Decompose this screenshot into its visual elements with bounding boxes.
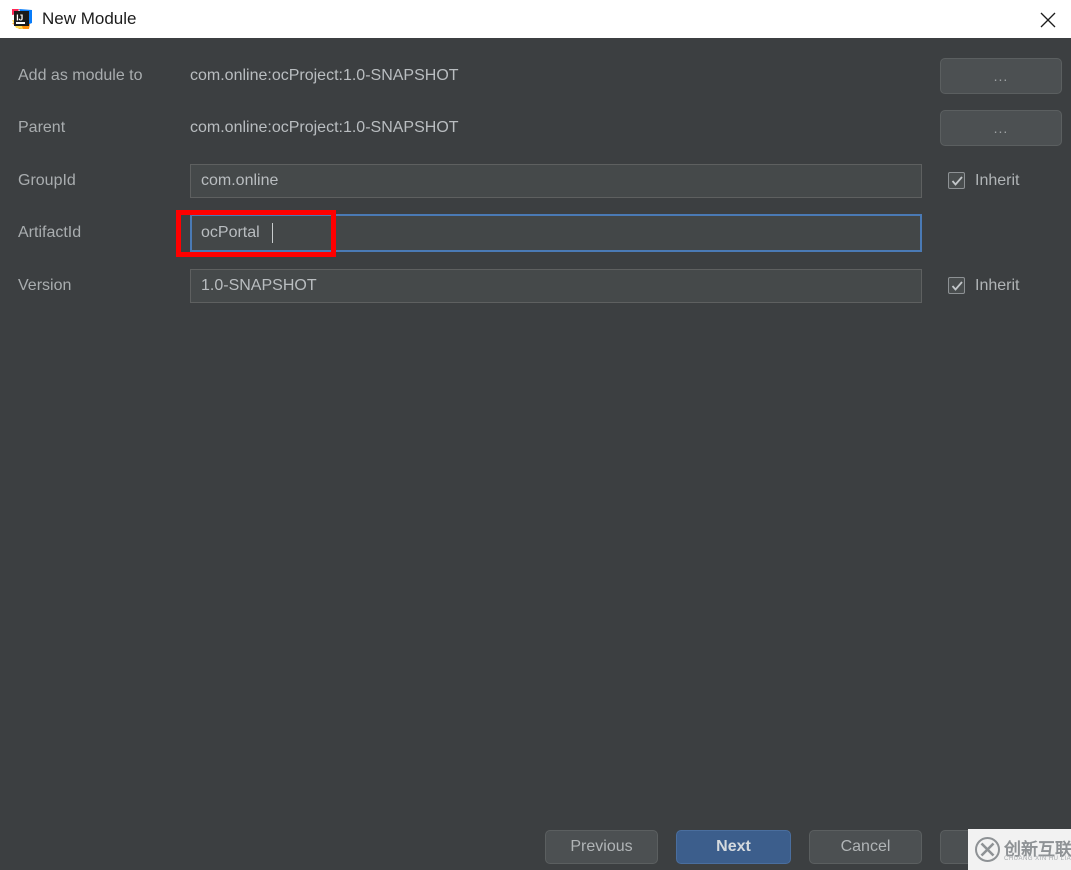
title-bar: IJ New Module — [0, 0, 1071, 38]
inherit-label-groupid: Inherit — [975, 172, 1020, 189]
watermark-overlay: 创新互联 CHUANG XIN HU LIAN — [968, 829, 1071, 870]
watermark-sub-text: CHUANG XIN HU LIAN — [1004, 856, 1071, 862]
watermark-logo-icon — [974, 836, 1001, 863]
value-parent: com.online:ocProject:1.0-SNAPSHOT — [190, 119, 459, 136]
intellij-idea-icon: IJ — [11, 8, 33, 30]
browse-button-add-as-module-to[interactable]: ... — [940, 58, 1062, 94]
label-parent: Parent — [18, 119, 66, 136]
form-row-version: Version Inherit — [0, 269, 1071, 321]
groupid-input[interactable] — [190, 164, 922, 198]
form-row-parent: Parent com.online:ocProject:1.0-SNAPSHOT… — [0, 110, 1071, 163]
label-artifactid: ArtifactId — [18, 224, 82, 241]
next-button[interactable]: Next — [676, 830, 791, 864]
browse-button-parent[interactable]: ... — [940, 110, 1062, 146]
inherit-checkbox-version[interactable] — [948, 277, 965, 294]
inherit-checkbox-groupid[interactable] — [948, 172, 965, 189]
window-title: New Module — [42, 9, 137, 28]
form-row-groupid: GroupId Inherit — [0, 164, 1071, 216]
cancel-button[interactable]: Cancel — [809, 830, 922, 864]
artifactid-input[interactable] — [190, 214, 922, 252]
new-module-dialog: IJ New Module Add as module to com.onlin… — [0, 0, 1071, 870]
inherit-label-version: Inherit — [975, 277, 1020, 294]
label-version: Version — [18, 277, 72, 294]
form-row-artifactid: ArtifactId — [0, 214, 1071, 268]
previous-button[interactable]: Previous — [545, 830, 658, 864]
form-row-add-as-module-to: Add as module to com.online:ocProject:1.… — [0, 58, 1071, 111]
label-add-as-module-to: Add as module to — [18, 67, 143, 84]
svg-text:IJ: IJ — [16, 13, 23, 23]
label-groupid: GroupId — [18, 172, 76, 189]
close-icon[interactable] — [1025, 0, 1071, 38]
text-caret — [272, 223, 273, 243]
version-input[interactable] — [190, 269, 922, 303]
value-add-as-module-to: com.online:ocProject:1.0-SNAPSHOT — [190, 67, 459, 84]
